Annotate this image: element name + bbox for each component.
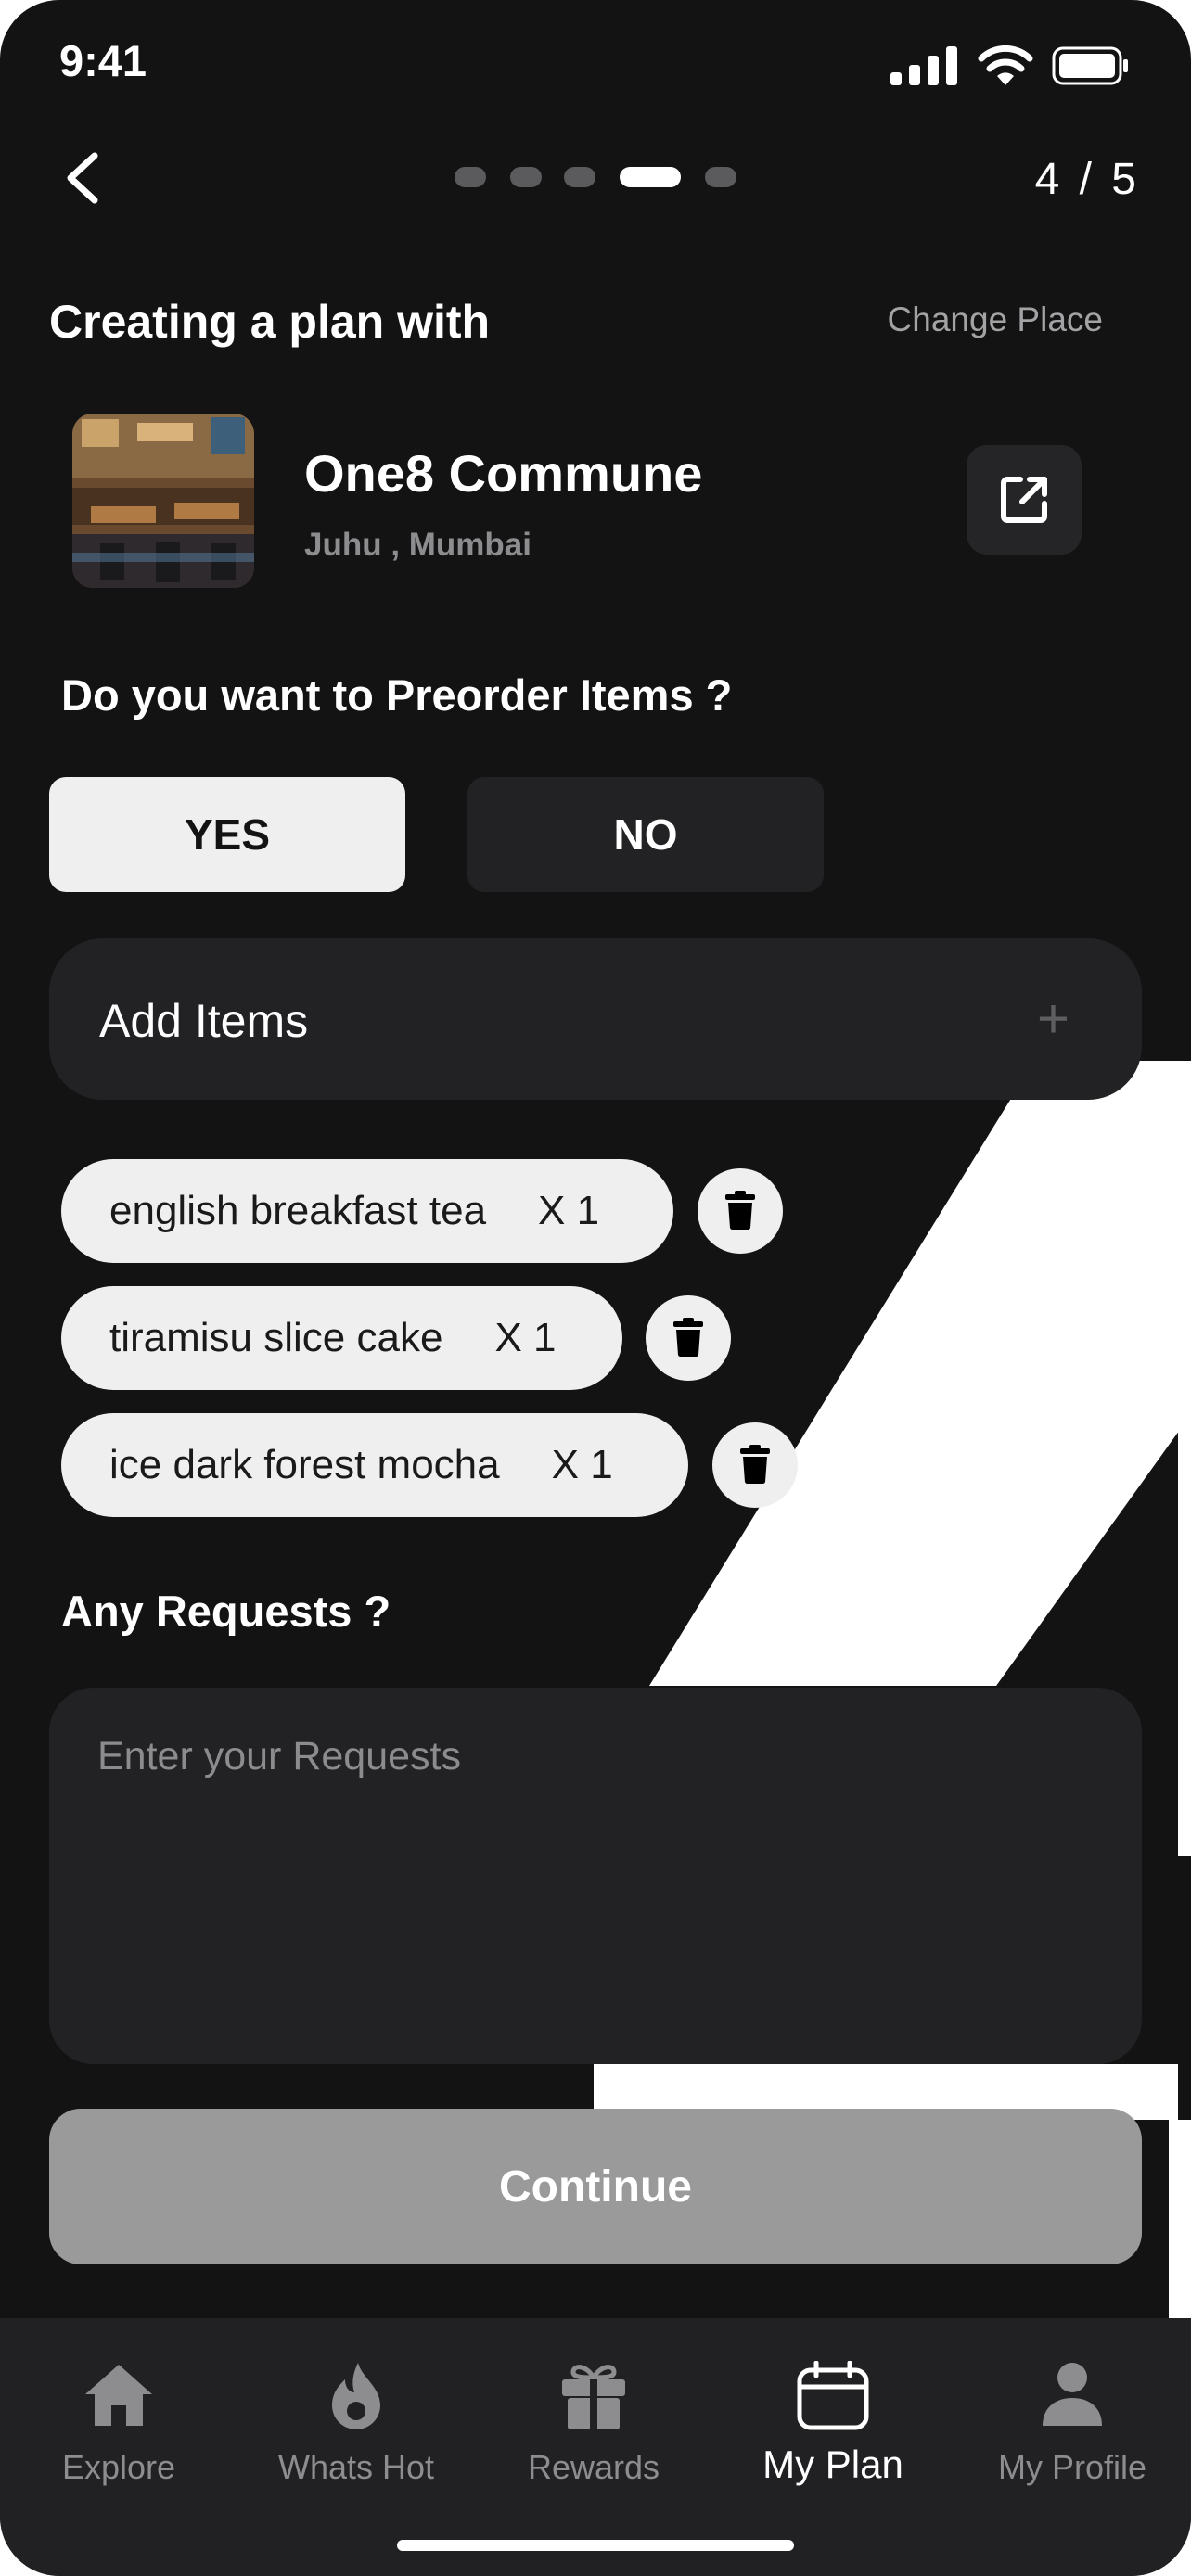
back-chevron-icon[interactable] bbox=[61, 150, 102, 206]
flame-icon bbox=[332, 2363, 380, 2429]
progress-dot-active bbox=[620, 167, 681, 187]
requests-field-container bbox=[49, 1688, 1142, 2064]
cellular-signal-icon bbox=[890, 46, 957, 85]
plan-title: Creating a plan with bbox=[49, 296, 491, 348]
restaurant-image bbox=[72, 414, 254, 588]
person-icon bbox=[1043, 2363, 1102, 2426]
delete-item-button[interactable] bbox=[646, 1295, 731, 1381]
item-chip: tiramisu slice cake X 1 bbox=[61, 1286, 622, 1390]
add-items-label: Add Items bbox=[99, 995, 309, 1047]
open-restaurant-button[interactable] bbox=[967, 445, 1082, 555]
tab-my-profile[interactable]: My Profile bbox=[954, 2318, 1191, 2504]
requests-question: Any Requests ? bbox=[61, 1587, 391, 1636]
continue-button[interactable]: Continue bbox=[49, 2109, 1142, 2264]
plus-icon: + bbox=[1036, 988, 1069, 1050]
wifi-icon bbox=[978, 45, 1033, 85]
restaurant-name: One8 Commune bbox=[304, 444, 703, 503]
item-name: tiramisu slice cake bbox=[109, 1315, 443, 1360]
tab-label: My Plan bbox=[762, 2442, 903, 2486]
trash-icon bbox=[725, 1191, 755, 1230]
tab-label: Whats Hot bbox=[277, 2448, 435, 2486]
status-time: 9:41 bbox=[59, 36, 147, 85]
change-place-link[interactable]: Change Place bbox=[888, 300, 1103, 339]
delete-item-button[interactable] bbox=[712, 1422, 798, 1508]
step-indicator: 4 / 5 bbox=[1034, 155, 1140, 204]
tab-label: Rewards bbox=[527, 2448, 660, 2486]
trash-icon bbox=[673, 1318, 703, 1357]
item-chip: english breakfast tea X 1 bbox=[61, 1159, 673, 1263]
tab-explore[interactable]: Explore bbox=[0, 2318, 237, 2504]
item-name: english breakfast tea bbox=[109, 1188, 487, 1233]
battery-icon bbox=[1052, 46, 1128, 85]
progress-dot bbox=[705, 167, 736, 187]
home-icon bbox=[85, 2365, 152, 2426]
add-items-button[interactable]: Add Items + bbox=[49, 938, 1142, 1100]
tab-my-plan[interactable]: My Plan bbox=[714, 2318, 952, 2504]
tab-label: Explore bbox=[61, 2448, 176, 2486]
preorder-question: Do you want to Preorder Items ? bbox=[61, 670, 733, 720]
delete-item-button[interactable] bbox=[698, 1168, 783, 1254]
phone-screen: 9:41 4 / 5 Creating a plan with Change P… bbox=[0, 0, 1191, 2576]
tab-whats-hot[interactable]: Whats Hot bbox=[237, 2318, 475, 2504]
trash-icon bbox=[740, 1445, 770, 1484]
progress-dot bbox=[510, 167, 542, 187]
item-quantity: X 1 bbox=[494, 1315, 557, 1360]
gift-icon bbox=[562, 2365, 625, 2429]
home-indicator bbox=[397, 2540, 794, 2551]
item-chip: ice dark forest mocha X 1 bbox=[61, 1413, 688, 1517]
tab-bar: Explore Whats Hot Rewards My Plan My Pro… bbox=[0, 2318, 1191, 2576]
no-button[interactable]: NO bbox=[467, 777, 824, 892]
tab-rewards[interactable]: Rewards bbox=[475, 2318, 712, 2504]
item-quantity: X 1 bbox=[551, 1442, 613, 1487]
yes-button[interactable]: YES bbox=[49, 777, 405, 892]
tab-label: My Profile bbox=[997, 2448, 1147, 2486]
external-link-icon bbox=[1001, 477, 1047, 523]
restaurant-location: Juhu , Mumbai bbox=[304, 527, 531, 563]
item-quantity: X 1 bbox=[538, 1188, 600, 1233]
item-name: ice dark forest mocha bbox=[109, 1442, 500, 1487]
requests-input[interactable] bbox=[49, 1688, 1142, 2064]
calendar-icon bbox=[797, 2361, 869, 2430]
progress-dot bbox=[455, 167, 486, 187]
progress-dot bbox=[564, 167, 596, 187]
